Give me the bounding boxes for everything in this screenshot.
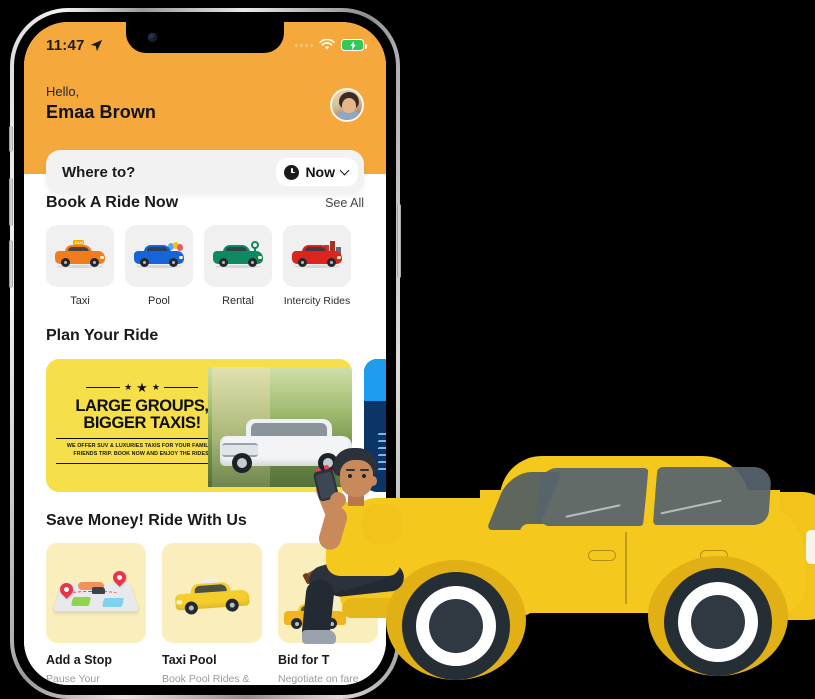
taxi-car-icon: TAXI	[55, 240, 105, 268]
greeting-block: Hello, Emaa Brown	[46, 84, 156, 123]
status-time: 11:47	[46, 36, 85, 54]
search-input[interactable]: Where to?	[62, 164, 135, 181]
save-card-taxi-pool[interactable]: Taxi Pool Book Pool Rides & Save More	[162, 543, 262, 685]
screenshot-stage: 11:47 Hello, Emaa Brown Where to? Now Bo…	[0, 0, 815, 699]
save-card-title: Taxi Pool	[162, 653, 217, 667]
save-card-subtitle: Book Pool Rides & Save More	[162, 673, 250, 685]
service-label: Pool	[147, 295, 171, 307]
chevron-down-icon	[339, 165, 350, 176]
greeting-hello: Hello,	[46, 84, 80, 99]
service-item-intercity[interactable]: Intercity Rides	[283, 225, 351, 307]
clock-icon	[284, 164, 300, 180]
signal-dots-icon	[295, 43, 313, 47]
service-tile: TAXI	[46, 225, 114, 287]
service-item-taxi[interactable]: TAXI Taxi	[46, 225, 114, 307]
front-camera-icon	[148, 33, 157, 42]
volume-down-button[interactable]	[9, 240, 13, 288]
service-item-rental[interactable]: Rental	[204, 225, 272, 307]
save-card-subtitle: Pause Your Ride Anytime	[46, 673, 100, 685]
avatar[interactable]	[330, 88, 364, 122]
intercity-car-icon	[292, 241, 342, 268]
service-label: Rental	[222, 295, 254, 307]
stars-decoration: ★ ★ ★	[56, 381, 228, 394]
time-mode-label: Now	[305, 164, 335, 180]
silent-switch[interactable]	[9, 126, 13, 152]
save-section-title: Save Money! Ride With Us	[46, 512, 247, 529]
book-section-header: Book A Ride Now See All	[24, 194, 386, 212]
service-tile	[204, 225, 272, 287]
status-time-group: 11:47	[46, 37, 103, 54]
service-list: TAXI Taxi Pool Rental Intercity Rides	[24, 225, 386, 307]
phone-notch	[126, 22, 284, 53]
destination-search-bar[interactable]: Where to? Now	[46, 150, 364, 194]
see-all-link[interactable]: See All	[325, 196, 364, 210]
avatar-face	[342, 98, 356, 113]
shoe	[302, 630, 336, 644]
rear-wheel	[664, 568, 772, 676]
pool-car-icon	[134, 242, 184, 268]
power-button[interactable]	[397, 204, 401, 278]
promo-headline-1: LARGE GROUPS,	[75, 397, 209, 415]
time-mode-selector[interactable]: Now	[276, 158, 358, 186]
plan-section-header: Plan Your Ride	[24, 327, 386, 345]
save-card-image	[46, 543, 146, 643]
service-tile	[283, 225, 351, 287]
save-card-image	[162, 543, 262, 643]
service-tile	[125, 225, 193, 287]
rear-window	[652, 467, 773, 525]
promo-banner-text: ★ ★ ★ LARGE GROUPS, BIGGER TAXIS! WE OFFER…	[56, 381, 228, 464]
location-arrow-icon	[90, 39, 102, 51]
volume-up-button[interactable]	[9, 178, 13, 226]
taxi-icon	[174, 574, 250, 615]
man-sitting-with-phone	[300, 440, 420, 650]
book-section-title: Book A Ride Now	[46, 194, 179, 211]
service-item-pool[interactable]: Pool	[125, 225, 193, 307]
door-handle	[588, 550, 616, 561]
rental-car-icon	[213, 241, 263, 268]
map-route-icon	[53, 568, 139, 617]
front-window	[534, 468, 650, 526]
wifi-icon	[319, 39, 335, 50]
battery-charging-icon	[341, 39, 367, 51]
status-indicators	[295, 39, 367, 51]
plan-section-title: Plan Your Ride	[46, 327, 159, 344]
face	[340, 460, 373, 497]
taillight	[806, 530, 815, 564]
promo-subtext: WE OFFER SUV & LUXURIES TAXIS FOR YOUR F…	[56, 437, 228, 464]
promo-banner-next-top	[364, 359, 386, 401]
save-card-title: Add a Stop	[46, 653, 112, 667]
service-label: Intercity Rides	[283, 295, 351, 307]
save-card-add-a-stop[interactable]: Add a Stop Pause Your Ride Anytime	[46, 543, 146, 685]
promo-headline-2: BIGGER TAXIS!	[83, 413, 201, 432]
user-name: Emaa Brown	[46, 102, 157, 122]
service-label: Taxi	[70, 295, 90, 307]
side-mirror	[520, 524, 550, 540]
